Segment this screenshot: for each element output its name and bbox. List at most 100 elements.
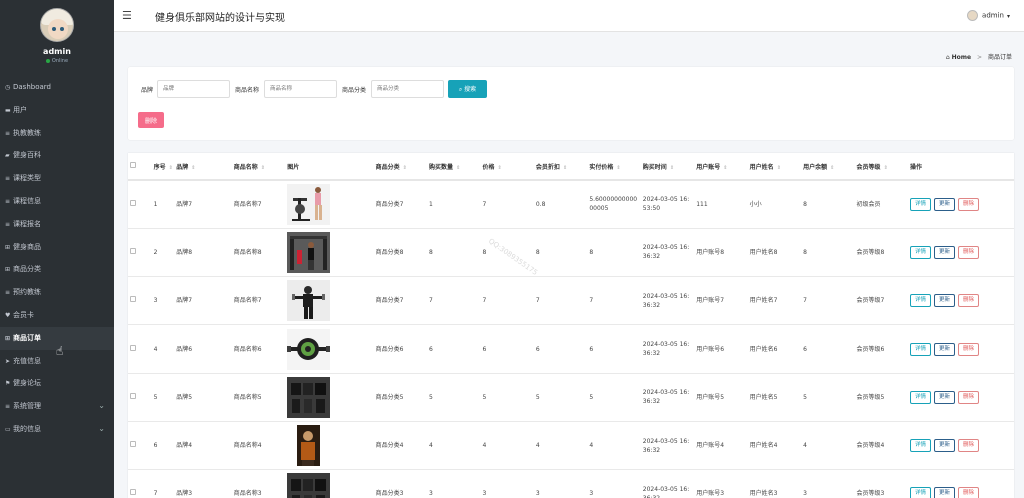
update-button[interactable]: 更新	[934, 390, 956, 404]
delete-button[interactable]: 删除	[958, 197, 980, 211]
update-button[interactable]: 更新	[934, 245, 956, 259]
cell-brand: 品牌4	[174, 421, 232, 471]
row-checkbox[interactable]	[130, 247, 136, 254]
column-header[interactable]: 会员等级 ⇕	[854, 153, 908, 181]
sidebar-item[interactable]: ≡ 执教教练	[0, 122, 114, 145]
sort-icon[interactable]: ⇕	[456, 165, 460, 171]
cell-level: 会员等级8	[854, 228, 908, 278]
sidebar-item[interactable]: ≡ 预约教练	[0, 281, 114, 304]
cell-price: 7	[480, 276, 534, 326]
sidebar-item[interactable]: ▰ 健身百科	[0, 144, 114, 167]
sidebar-item[interactable]: ⊞ 健身商品	[0, 236, 114, 259]
batch-delete-button[interactable]: 删除	[138, 112, 164, 128]
sort-icon[interactable]: ⇕	[670, 165, 674, 171]
sort-icon[interactable]: ⇕	[830, 165, 834, 171]
column-header[interactable]: 序号 ⇕	[151, 153, 175, 181]
cell-uname: 用户姓名3	[747, 469, 802, 498]
column-header[interactable]: 品牌 ⇕	[174, 153, 232, 181]
select-all-checkbox[interactable]	[130, 162, 136, 168]
update-button[interactable]: 更新	[934, 294, 956, 308]
cell-price: 3	[480, 469, 534, 498]
table-row: 6 品牌4 商品名称4 商品分类4 4 4 4 4 2024-03-05 16:36:32 用户账…	[128, 421, 1014, 471]
sort-icon[interactable]: ⇕	[191, 165, 195, 171]
cell-time: 2024-03-05 16:36:32	[640, 228, 695, 278]
sidebar-item[interactable]: ◷ Dashboard	[0, 76, 114, 99]
row-checkbox[interactable]	[130, 392, 136, 399]
sort-icon[interactable]: ⇕	[616, 165, 620, 171]
row-actions: 详情 更新 删除	[907, 373, 1014, 422]
sidebar-item[interactable]: ▬ 用户	[0, 99, 114, 122]
cell-name: 商品名称8	[231, 228, 286, 278]
column-header[interactable]: 商品分类 ⇕	[373, 153, 428, 181]
sort-icon[interactable]: ⇕	[563, 165, 567, 171]
delete-button[interactable]: 删除	[958, 245, 980, 259]
cell-uname: 用户姓名4	[747, 421, 802, 471]
cell-category: 商品分类8	[373, 228, 428, 278]
cell-paid: 5	[587, 373, 641, 422]
row-checkbox[interactable]	[130, 489, 136, 496]
delete-button[interactable]: 删除	[958, 439, 980, 453]
sort-icon[interactable]: ⇕	[403, 165, 407, 171]
sidebar-item[interactable]: ≡ 课程信息	[0, 190, 114, 213]
sidebar-item-label: 我的信息	[13, 424, 41, 433]
sort-icon[interactable]: ⇕	[777, 165, 781, 171]
detail-button[interactable]: 详情	[909, 439, 931, 453]
row-checkbox[interactable]	[130, 199, 136, 206]
delete-button[interactable]: 删除	[958, 342, 980, 356]
row-checkbox[interactable]	[130, 441, 136, 448]
sidebar-item[interactable]: ≡ 课程类型	[0, 167, 114, 190]
column-header[interactable]: 商品名称 ⇕	[231, 153, 286, 181]
product-name-search-input[interactable]	[264, 80, 337, 98]
sidebar-item[interactable]: ⊞ 商品分类	[0, 258, 114, 281]
column-header[interactable]: 价格 ⇕	[480, 153, 534, 181]
column-header[interactable]: 购买时间 ⇕	[640, 153, 695, 181]
cell-balance: 5	[801, 373, 855, 422]
sort-icon[interactable]: ⇕	[498, 165, 502, 171]
delete-button[interactable]: 删除	[958, 390, 980, 404]
sort-icon[interactable]: ⇕	[261, 165, 265, 171]
search-icon: ⌕	[458, 86, 463, 93]
detail-button[interactable]: 详情	[909, 487, 931, 498]
column-header[interactable]: 购买数量 ⇕	[427, 153, 481, 181]
hamburger-menu-icon[interactable]: ☰	[122, 9, 132, 22]
delete-button[interactable]: 删除	[958, 487, 980, 498]
column-header[interactable]: 会员折扣 ⇕	[533, 153, 588, 181]
sidebar-item[interactable]: ▭ 我的信息 ⌄	[0, 418, 114, 441]
update-button[interactable]: 更新	[934, 487, 956, 498]
detail-button[interactable]: 详情	[909, 197, 931, 211]
column-header-label: 用户余额	[803, 163, 828, 171]
sort-icon[interactable]: ⇕	[723, 165, 727, 171]
column-header[interactable]: 用户余额 ⇕	[801, 153, 855, 181]
row-checkbox[interactable]	[130, 296, 136, 303]
cell-level: 初级会员	[854, 180, 908, 229]
table-header-row: 序号 ⇕ 品牌 ⇕ 商品名称 ⇕ 图片 商品分类 ⇕ 购买数量 ⇕ 价格 ⇕ 会员折扣 ⇕ 实付价格 ⇕ 购买时间…	[128, 153, 1014, 181]
update-button[interactable]: 更新	[934, 342, 956, 356]
row-checkbox[interactable]	[130, 344, 136, 351]
sidebar-item[interactable]: ♥ 会员卡	[0, 304, 114, 327]
user-dropdown[interactable]: admin ▾	[967, 10, 1010, 21]
update-button[interactable]: 更新	[934, 439, 956, 453]
search-button[interactable]: ⌕ 搜索	[448, 80, 487, 98]
category-search-input[interactable]	[371, 80, 444, 98]
detail-button[interactable]: 详情	[909, 294, 931, 308]
sort-icon[interactable]: ⇕	[884, 165, 888, 171]
sidebar-item[interactable]: ≡ 系统管理 ⌄	[0, 395, 114, 418]
detail-button[interactable]: 详情	[909, 390, 931, 404]
sort-icon[interactable]: ⇕	[169, 165, 173, 171]
brand-search-input[interactable]	[157, 80, 230, 98]
column-header: 操作	[907, 153, 1014, 181]
detail-button[interactable]: 详情	[909, 245, 931, 259]
sidebar-item[interactable]: ⚑ 健身论坛	[0, 372, 114, 395]
sidebar-item[interactable]: ≡ 课程报名	[0, 213, 114, 236]
column-header[interactable]: 实付价格 ⇕	[587, 153, 641, 181]
column-header[interactable]: 用户账号 ⇕	[694, 153, 748, 181]
column-header[interactable]: 用户姓名 ⇕	[747, 153, 802, 181]
cell-name: 商品名称3	[231, 469, 286, 498]
sidebar-item-label: 健身商品	[13, 242, 41, 251]
update-button[interactable]: 更新	[934, 197, 956, 211]
detail-button[interactable]: 详情	[909, 342, 931, 356]
breadcrumb-home[interactable]: Home	[952, 54, 971, 61]
delete-button[interactable]: 删除	[958, 294, 980, 308]
cell-category: 商品分类6	[373, 324, 428, 374]
grid-icon: ⊞	[5, 334, 11, 342]
